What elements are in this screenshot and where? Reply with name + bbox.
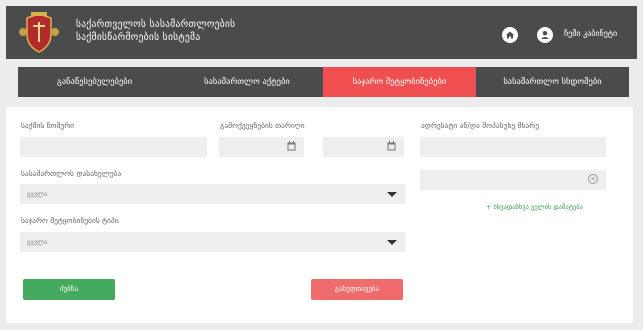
tab-court-hearings[interactable]: სასამართლო სხდომები: [476, 67, 629, 97]
home-icon: [506, 31, 514, 39]
chevron-down-icon[interactable]: [387, 192, 397, 197]
address-input[interactable]: [420, 137, 606, 157]
publish-date-label: გამოქვეყნების თარიღი: [220, 121, 305, 130]
additional-field-input[interactable]: ×: [420, 170, 606, 190]
add-field-link[interactable]: + სხვადასხვა ველის დამატება: [486, 203, 583, 211]
user-button[interactable]: [537, 27, 553, 43]
calendar-icon[interactable]: [287, 141, 296, 151]
date-from-input[interactable]: [219, 137, 304, 157]
main-tabs: განაწესებულებები სასამართლო აქტები საჯარ…: [18, 67, 629, 97]
court-name-select[interactable]: ყველა: [20, 184, 405, 204]
court-name-value: ყველა: [27, 190, 48, 198]
tab-appointments[interactable]: განაწესებულებები: [18, 67, 171, 97]
court-name-label: სასამართლოს დასახელება: [21, 169, 122, 178]
clear-circle-icon[interactable]: ×: [588, 174, 598, 184]
app-header: საქართველოს სასამართლოების საქმისწარმოებ…: [6, 6, 637, 59]
notice-type-select[interactable]: ყველა: [20, 232, 405, 252]
notice-type-label: საჯარო შეტყობინების ტიპი: [21, 216, 119, 225]
app-title: საქართველოს სასამართლოების საქმისწარმოებ…: [76, 18, 235, 44]
clear-button[interactable]: გასუფთავება: [311, 279, 403, 300]
calendar-icon[interactable]: [387, 141, 396, 151]
notice-type-value: ყველა: [27, 238, 48, 246]
user-icon: [541, 31, 549, 39]
case-number-input[interactable]: [20, 137, 207, 157]
chevron-down-icon[interactable]: [387, 240, 397, 245]
date-to-input[interactable]: [323, 137, 404, 157]
home-button[interactable]: [502, 27, 518, 43]
coat-of-arms-logo[interactable]: [19, 12, 59, 54]
app-title-line2: საქმისწარმოების სისტემა: [76, 32, 201, 43]
tab-public-notices[interactable]: საჯარო შეტყობინებები: [323, 67, 476, 97]
app-title-line1: საქართველოს სასამართლოების: [76, 19, 236, 30]
my-cabinet-link[interactable]: ჩემი კაბინეტი: [564, 29, 617, 38]
address-label: ადრესატი ან/და მოპასუხე მხარე: [421, 121, 540, 130]
tab-court-acts[interactable]: სასამართლო აქტები: [171, 67, 323, 97]
search-button[interactable]: ძებნა: [23, 279, 115, 300]
case-number-label: საქმის ნომერი: [21, 121, 75, 130]
